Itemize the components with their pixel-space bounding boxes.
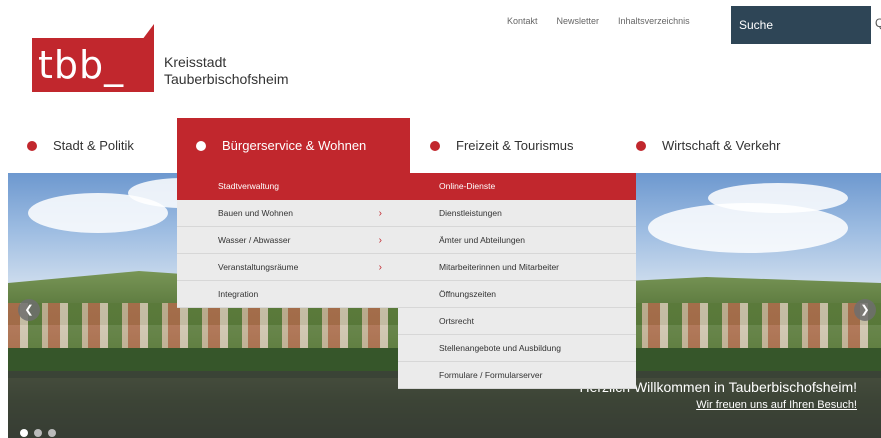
menu-item-integration[interactable]: Integration — [177, 281, 398, 308]
bullet-icon — [636, 140, 646, 151]
dropdown-header-label: Stadtverwaltung — [218, 181, 279, 191]
bullet-icon — [196, 140, 206, 151]
menu-item-aemter-abteilungen[interactable]: Ämter und Abteilungen — [398, 227, 636, 254]
menu-item-mitarbeiter[interactable]: Mitarbeiterinnen und Mitarbeiter — [398, 254, 636, 281]
menu-item-label: Ortsrecht — [439, 316, 474, 326]
dropdown-column-left: Bauen und Wohnen › Wasser / Abwasser › V… — [177, 200, 398, 308]
site-header: tbb_ Kreisstadt Tauberbischofsheim Konta… — [0, 0, 881, 118]
menu-item-label: Öffnungszeiten — [439, 289, 497, 299]
toplink-kontakt[interactable]: Kontakt — [507, 16, 538, 26]
menu-item-label: Integration — [218, 289, 259, 299]
chevron-left-icon[interactable]: ❮ — [18, 299, 40, 321]
menu-item-label: Stellenangebote und Ausbildung — [439, 343, 561, 353]
bullet-icon — [27, 140, 37, 151]
chevron-right-icon: › — [378, 234, 382, 246]
menu-item-oeffnungszeiten[interactable]: Öffnungszeiten — [398, 281, 636, 308]
city-name-line2: Tauberbischofsheim — [164, 71, 289, 87]
dropdown-column-right: Dienstleistungen Ämter und Abteilungen M… — [398, 200, 636, 389]
toplink-inhaltsverzeichnis[interactable]: Inhaltsverzeichnis — [618, 16, 690, 26]
chevron-right-icon: › — [378, 207, 382, 219]
dropdown-menu: Stadtverwaltung Online-Dienste Bauen und… — [177, 173, 636, 389]
menu-item-label: Mitarbeiterinnen und Mitarbeiter — [439, 262, 560, 272]
top-links: Kontakt Newsletter Inhaltsverzeichnis — [507, 16, 690, 26]
dropdown-header-label: Online-Dienste — [439, 181, 496, 191]
nav-item-stadt-politik[interactable]: Stadt & Politik — [27, 118, 167, 173]
chevron-right-icon: › — [378, 261, 382, 273]
dropdown-header-online-dienste[interactable]: Online-Dienste — [398, 173, 636, 200]
menu-item-label: Formulare / Formularserver — [439, 370, 543, 380]
bullet-icon — [430, 140, 440, 151]
menu-item-formulare[interactable]: Formulare / Formularserver — [398, 362, 636, 389]
menu-item-label: Ämter und Abteilungen — [439, 235, 526, 245]
cloud — [708, 183, 848, 213]
menu-item-label: Bauen und Wohnen — [218, 208, 293, 218]
toplink-newsletter[interactable]: Newsletter — [557, 16, 600, 26]
menu-item-stellenangebote[interactable]: Stellenangebote und Ausbildung — [398, 335, 636, 362]
search-box — [731, 6, 871, 44]
slider-dots — [20, 429, 56, 437]
menu-item-veranstaltungsraeume[interactable]: Veranstaltungsräume › — [177, 254, 398, 281]
nav-item-label: Wirtschaft & Verkehr — [662, 138, 781, 153]
menu-item-label: Dienstleistungen — [439, 208, 502, 218]
menu-item-label: Wasser / Abwasser — [218, 235, 291, 245]
slider-dot[interactable] — [34, 429, 42, 437]
menu-item-label: Veranstaltungsräume — [218, 262, 299, 272]
nav-item-label: Stadt & Politik — [53, 138, 134, 153]
nav-item-label: Bürgerservice & Wohnen — [222, 138, 367, 153]
nav-item-wirtschaft-verkehr[interactable]: Wirtschaft & Verkehr — [636, 118, 806, 173]
caption-link[interactable]: Wir freuen uns auf Ihren Besuch! — [696, 399, 857, 411]
slider-dot[interactable] — [20, 429, 28, 437]
menu-item-wasser-abwasser[interactable]: Wasser / Abwasser › — [177, 227, 398, 254]
nav-item-freizeit-tourismus[interactable]: Freizeit & Tourismus — [430, 118, 610, 173]
menu-item-ortsrecht[interactable]: Ortsrecht — [398, 308, 636, 335]
menu-item-dienstleistungen[interactable]: Dienstleistungen — [398, 200, 636, 227]
city-name: Kreisstadt Tauberbischofsheim — [164, 54, 289, 88]
chevron-right-icon[interactable]: ❯ — [854, 299, 876, 321]
city-name-line1: Kreisstadt — [164, 54, 227, 70]
search-input[interactable] — [731, 6, 871, 44]
menu-item-bauen-wohnen[interactable]: Bauen und Wohnen › — [177, 200, 398, 227]
nav-item-buergerservice-wohnen[interactable]: Bürgerservice & Wohnen — [177, 118, 410, 173]
logo-text[interactable]: tbb_ — [38, 38, 150, 92]
search-icon[interactable]: Q — [875, 16, 881, 30]
slider-dot[interactable] — [48, 429, 56, 437]
dropdown-header-stadtverwaltung[interactable]: Stadtverwaltung — [177, 173, 398, 200]
nav-item-label: Freizeit & Tourismus — [456, 138, 574, 153]
main-navigation: Stadt & Politik Bürgerservice & Wohnen F… — [0, 118, 881, 173]
